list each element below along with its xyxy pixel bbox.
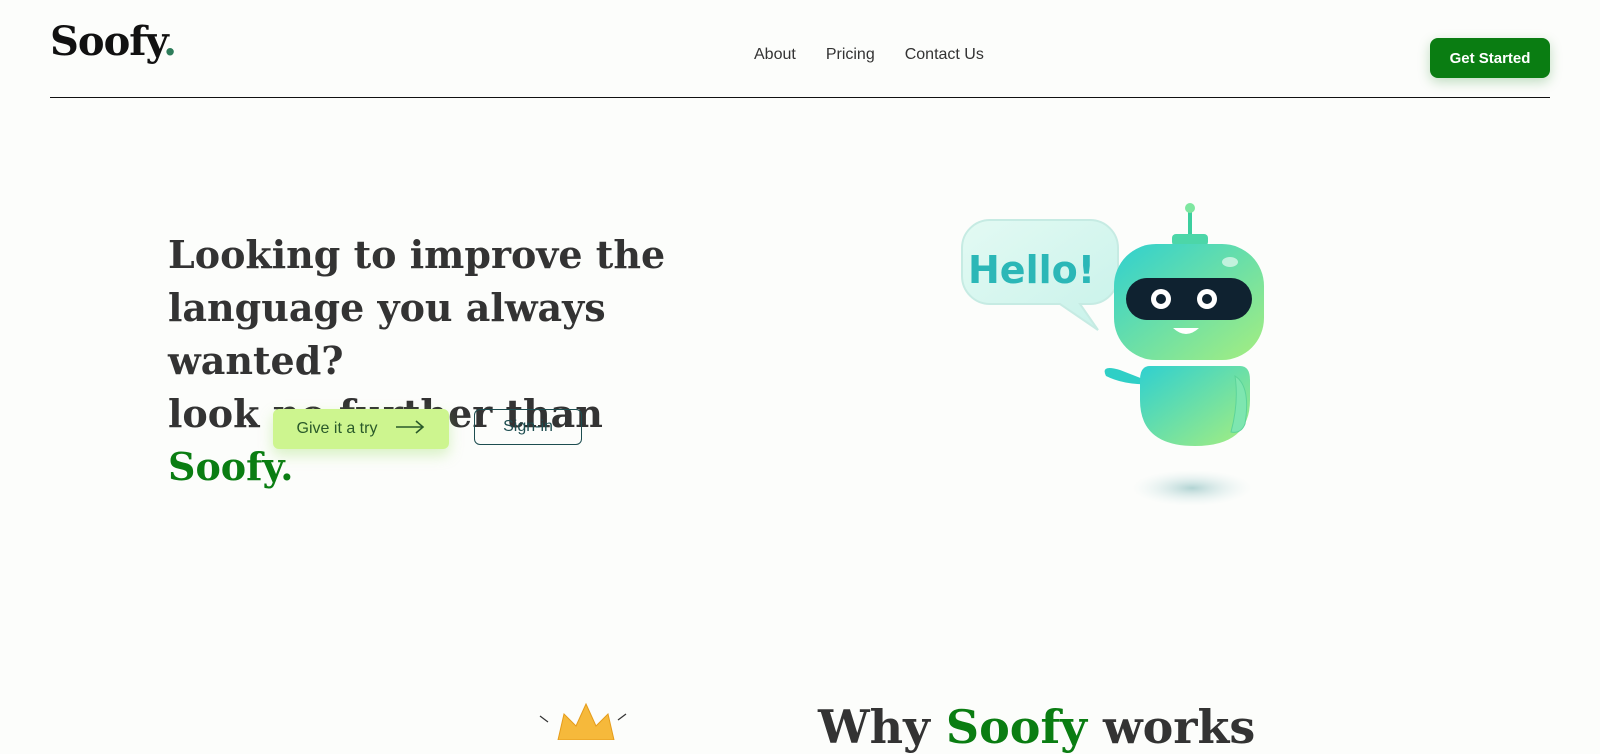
logo[interactable]: Soofy. — [50, 18, 177, 65]
crown-illustration — [530, 700, 630, 745]
section-title-brand: Soofy — [945, 700, 1087, 754]
robot-illustration: Hello! — [940, 200, 1280, 515]
section-title-suffix: works — [1086, 700, 1256, 754]
nav-pricing[interactable]: Pricing — [826, 46, 875, 64]
hero-line-2: language you always wanted? — [168, 285, 606, 383]
nav-about[interactable]: About — [754, 46, 796, 64]
section-title: Why Soofy works — [818, 700, 1255, 754]
arrow-right-icon — [395, 419, 425, 439]
hero-brand: Soofy. — [168, 444, 294, 489]
nav-contact-us[interactable]: Contact Us — [905, 46, 984, 64]
hero-heading: Looking to improve the language you alwa… — [168, 228, 728, 493]
hello-bubble-text: Hello! — [968, 248, 1095, 292]
give-it-a-try-button[interactable]: Give it a try — [273, 409, 449, 449]
main-nav: About Pricing Contact Us — [754, 46, 984, 64]
hero-line-1: Looking to improve the — [168, 232, 666, 277]
logo-text: Soofy — [50, 18, 164, 65]
section-title-prefix: Why — [818, 700, 946, 754]
logo-dot: . — [163, 18, 177, 65]
sign-in-button[interactable]: Sign-in — [474, 409, 582, 445]
header-divider — [50, 97, 1550, 98]
give-it-a-try-label: Give it a try — [296, 420, 378, 437]
get-started-button[interactable]: Get Started — [1430, 38, 1550, 78]
